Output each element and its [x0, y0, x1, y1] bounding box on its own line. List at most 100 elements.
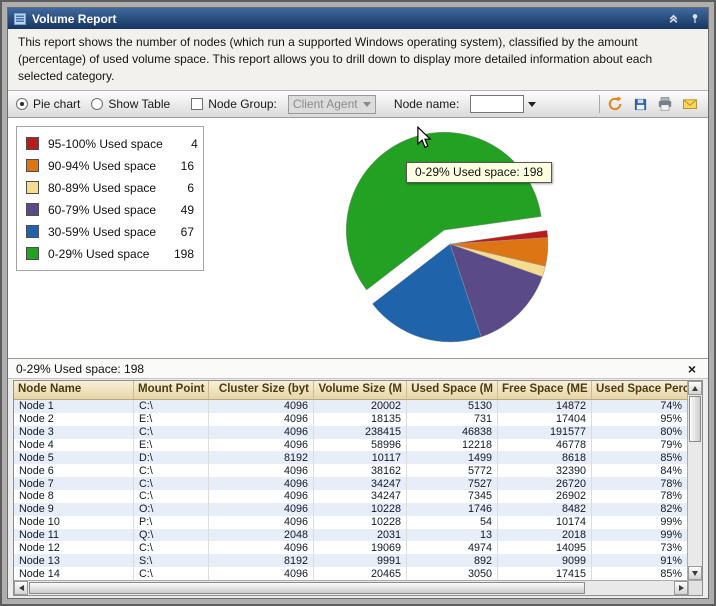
cell: P:\ — [134, 516, 209, 529]
chevron-up-icon — [668, 13, 679, 24]
scroll-down-button[interactable] — [688, 566, 702, 580]
cell: 85% — [592, 567, 688, 580]
show-table-radio[interactable] — [91, 98, 103, 110]
pin-button[interactable] — [687, 11, 702, 26]
table-row[interactable]: Node 2E:\4096181357311740495% — [14, 413, 687, 426]
node-name-input[interactable] — [470, 95, 524, 113]
table-row[interactable]: Node 10P:\409610228541017499% — [14, 516, 687, 529]
data-table: Node NameMount PointCluster Size (bytVol… — [13, 380, 703, 596]
table-row[interactable]: Node 3C:\40962384154683819157780% — [14, 426, 687, 439]
arrow-left-icon — [19, 585, 24, 591]
cell: 10117 — [314, 451, 407, 464]
table-row[interactable]: Node 8C:\40963424773452690278% — [14, 490, 687, 503]
node-group-checkbox[interactable] — [191, 98, 203, 110]
vertical-scrollbar-track[interactable] — [688, 395, 702, 566]
cell: C:\ — [134, 464, 209, 477]
cell: 10174 — [498, 516, 592, 529]
legend-value: 4 — [172, 137, 198, 151]
collapse-button[interactable] — [666, 11, 681, 26]
column-header[interactable]: Volume Size (M — [314, 381, 407, 399]
toolbar-separator — [599, 95, 600, 113]
cell: Node 10 — [14, 516, 134, 529]
cell: 8192 — [209, 554, 314, 567]
close-icon: × — [688, 361, 696, 377]
scroll-right-button[interactable] — [674, 581, 688, 595]
column-header[interactable]: Used Space Perc — [592, 381, 688, 399]
legend-item[interactable]: 60-79% Used space49 — [26, 201, 194, 218]
table-row[interactable]: Node 11Q:\2048203113201899% — [14, 529, 687, 542]
cell: 9991 — [314, 554, 407, 567]
cell: 4096 — [209, 477, 314, 490]
print-button[interactable] — [655, 94, 675, 114]
cell: 54 — [407, 516, 498, 529]
table-row[interactable]: Node 7C:\40963424775272672078% — [14, 477, 687, 490]
chevron-down-icon — [363, 102, 371, 107]
scroll-left-button[interactable] — [14, 581, 28, 595]
table-row[interactable]: Node 9O:\4096102281746848282% — [14, 503, 687, 516]
cell: 1746 — [407, 503, 498, 516]
node-name-dropdown-button[interactable] — [524, 95, 540, 113]
table-row[interactable]: Node 13S:\81929991892909991% — [14, 554, 687, 567]
detail-panel-header: 0-29% Used space: 198 × — [8, 359, 708, 379]
close-button[interactable]: × — [684, 361, 700, 377]
column-header[interactable]: Used Space (M — [407, 381, 498, 399]
pie-chart-radio[interactable] — [16, 98, 28, 110]
save-button[interactable] — [630, 94, 650, 114]
horizontal-scrollbar[interactable] — [14, 581, 688, 595]
legend-item[interactable]: 95-100% Used space4 — [26, 135, 194, 152]
show-table-label: Show Table — [108, 97, 170, 111]
cell: 4096 — [209, 503, 314, 516]
cell: 4096 — [209, 464, 314, 477]
cell: 191577 — [498, 426, 592, 439]
vertical-scrollbar[interactable] — [687, 381, 702, 580]
cell: 73% — [592, 541, 688, 554]
table-header-row: Node NameMount PointCluster Size (bytVol… — [14, 381, 687, 400]
cell: 80% — [592, 426, 688, 439]
cell: O:\ — [134, 503, 209, 516]
cell: 18135 — [314, 413, 407, 426]
chevron-down-icon — [528, 102, 536, 107]
column-header[interactable]: Cluster Size (byt — [209, 381, 314, 399]
table-row[interactable]: Node 6C:\40963816257723239084% — [14, 464, 687, 477]
refresh-button[interactable] — [605, 94, 625, 114]
legend-item[interactable]: 80-89% Used space6 — [26, 179, 194, 196]
cell: E:\ — [134, 413, 209, 426]
legend-label: 95-100% Used space — [48, 137, 163, 151]
legend-item[interactable]: 0-29% Used space 198 — [26, 245, 194, 262]
legend-value: 6 — [168, 181, 194, 195]
horizontal-scrollbar-thumb[interactable] — [29, 582, 585, 594]
pie-chart-label: Pie chart — [33, 97, 80, 111]
table-row[interactable]: Node 1C:\40962000251301487274% — [14, 400, 687, 413]
cell: Node 9 — [14, 503, 134, 516]
cell: 10228 — [314, 503, 407, 516]
column-header[interactable]: Free Space (ME — [498, 381, 592, 399]
email-button[interactable] — [680, 94, 700, 114]
legend-swatch — [26, 203, 39, 216]
title-bar: Volume Report — [8, 8, 708, 29]
table-row[interactable]: Node 12C:\40961906949741409573% — [14, 541, 687, 554]
cell: C:\ — [134, 490, 209, 503]
scroll-up-button[interactable] — [688, 381, 702, 395]
legend-label: 0-29% Used space — [48, 247, 159, 261]
legend-value: 67 — [168, 225, 194, 239]
horizontal-scrollbar-track[interactable] — [28, 581, 674, 595]
legend-item[interactable]: 30-59% Used space67 — [26, 223, 194, 240]
cursor-icon — [416, 126, 433, 155]
legend-item[interactable]: 90-94% Used space16 — [26, 157, 194, 174]
table-row[interactable]: Node 5D:\8192101171499861885% — [14, 451, 687, 464]
cell: C:\ — [134, 400, 209, 413]
cell: 4096 — [209, 516, 314, 529]
legend-value: 198 — [168, 247, 194, 261]
report-description: This report shows the number of nodes (w… — [8, 29, 708, 91]
table-row[interactable]: Node 4E:\409658996122184677879% — [14, 439, 687, 452]
vertical-scrollbar-thumb[interactable] — [689, 396, 701, 442]
cell: 4096 — [209, 541, 314, 554]
cell: D:\ — [134, 451, 209, 464]
cell: Node 1 — [14, 400, 134, 413]
legend-swatch — [26, 225, 39, 238]
column-header[interactable]: Mount Point — [134, 381, 209, 399]
cell: 26720 — [498, 477, 592, 490]
table-row[interactable]: Node 14C:\40962046530501741585% — [14, 567, 687, 580]
desktop-background: Volume Report This report shows the numb… — [0, 0, 716, 606]
column-header[interactable]: Node Name — [14, 381, 134, 399]
